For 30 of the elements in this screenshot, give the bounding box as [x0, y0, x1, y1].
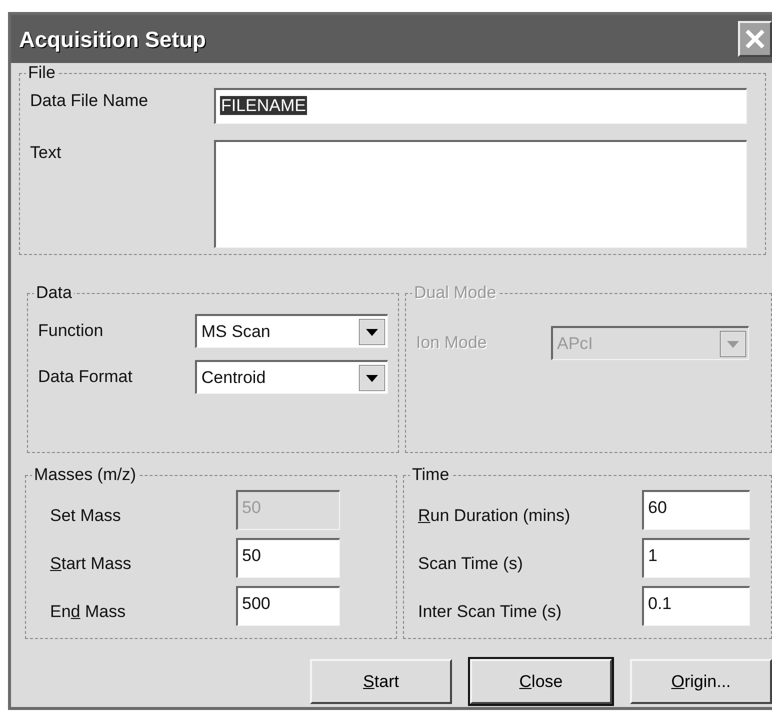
dropdown[interactable]: MS Scan	[195, 314, 388, 348]
group-title: Masses (m/z)	[32, 465, 138, 485]
field-label: Text	[30, 142, 62, 164]
close-icon	[744, 28, 766, 50]
dialog-button[interactable]: Close	[470, 659, 612, 704]
caret-icon	[359, 318, 385, 344]
input-field[interactable]: 60	[642, 490, 750, 530]
close-button[interactable]	[738, 21, 772, 57]
input-field[interactable]: 50	[236, 538, 340, 578]
input-field[interactable]: 0.1	[642, 586, 750, 626]
field-label: Inter Scan Time (s)	[418, 600, 563, 622]
dropdown[interactable]: Centroid	[195, 360, 388, 394]
field-label: Data Format	[38, 366, 134, 388]
field-label: Run Duration (mins)	[418, 504, 572, 526]
field-label: End Mass	[50, 600, 127, 622]
caret-icon	[359, 364, 385, 390]
field-label: Data File Name	[30, 90, 150, 112]
window-title: Acquisition Setup	[19, 26, 206, 54]
caret-icon	[720, 330, 746, 356]
field-label: Set Mass	[50, 504, 122, 526]
input-field[interactable]: 1	[642, 538, 750, 578]
text-area[interactable]	[214, 140, 747, 248]
field-label: Scan Time (s)	[418, 552, 524, 574]
field-label: Start Mass	[50, 552, 132, 574]
field-label: Ion Mode	[416, 332, 488, 354]
dialog-button[interactable]: Origin...	[630, 659, 772, 704]
input-field[interactable]: 500	[236, 586, 340, 626]
input-field[interactable]: FILENAME	[214, 88, 747, 124]
field-label: Function	[38, 320, 104, 342]
dialog-button[interactable]: Start	[310, 659, 452, 704]
